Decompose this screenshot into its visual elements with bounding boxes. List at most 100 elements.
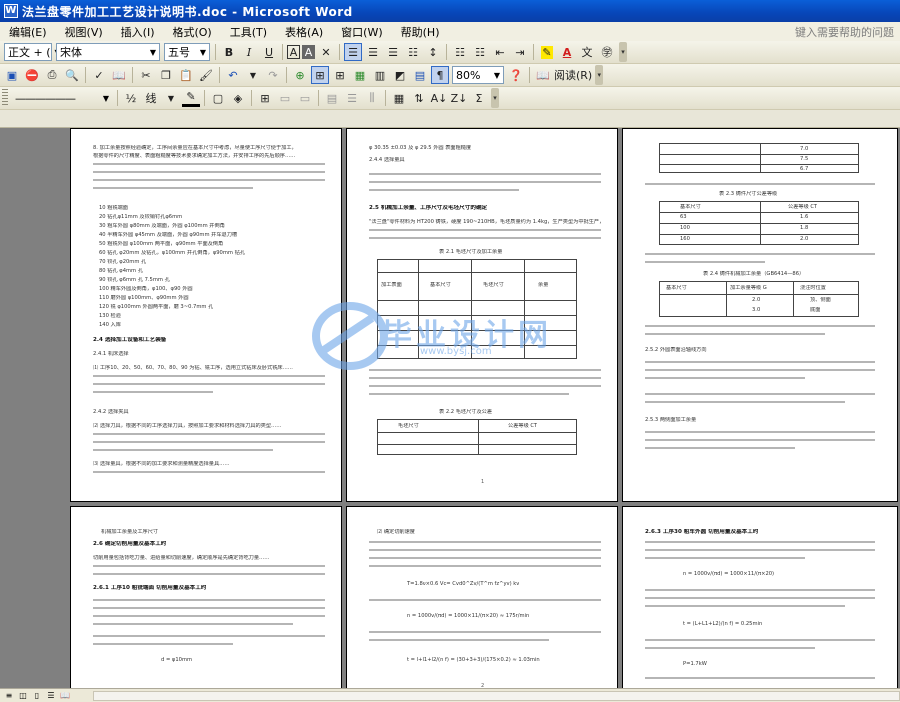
font-select[interactable]: 宋体 ▼ [56,43,160,61]
chevron-down-icon: ▼ [493,70,500,80]
print-preview-icon[interactable]: 🔍 [63,66,81,84]
menu-edit[interactable]: 编辑(E) [0,24,56,40]
document-page[interactable]: 机械加工余量及工序尺寸 2.6 确定切削用量及基本工时 切削用量包括背吃刀量、进… [70,506,342,688]
read-button[interactable]: 阅读(R) [554,66,592,84]
format-painter-icon[interactable]: 🖌 [197,66,215,84]
enclose-char-icon[interactable]: ㊫ [598,43,616,61]
align-justify-icon[interactable]: ☰ [344,43,362,61]
line-weight-icon[interactable]: ½ [122,89,140,107]
hyperlink-icon[interactable]: ⊕ [291,66,309,84]
menu-view[interactable]: 视图(V) [56,24,112,40]
toolbar-options-icon[interactable]: ▾ [595,65,604,85]
permission-icon[interactable]: ⛔ [23,66,41,84]
line-style-select[interactable]: —————— ▼ [12,89,112,107]
document-page[interactable]: 7.0 7.5 6.7 表 2.3 铸件尺寸公差等级 基本尺寸 公差等级 CT … [622,128,898,502]
line-weight-label[interactable]: 线 [142,89,160,107]
insert-table-icon[interactable]: ⊞ [256,89,274,107]
font-color-icon[interactable]: A [558,43,576,61]
reading-view-icon[interactable]: 📖 [59,691,71,701]
tables-borders-icon[interactable]: ⊞ [311,66,329,84]
font-size-select[interactable]: 五号 ▼ [164,43,210,61]
columns-icon[interactable]: ▥ [371,66,389,84]
line-spacing-icon[interactable]: ↕ [424,43,442,61]
document-page[interactable]: φ 30.35 ±0.03 及 φ 29.5 外圆 表面粗糙度 2.4.4 选择… [346,128,618,502]
toolbar-grip[interactable] [2,89,8,107]
sort-descending-icon[interactable]: Z↓ [450,89,468,107]
borders-icon[interactable]: ▢ [209,89,227,107]
table-cell: 顶、侧面 [810,297,831,303]
char-border-button[interactable]: A [287,45,300,59]
help-search-input[interactable]: 键入需要帮助的问题 [795,24,894,40]
menu-format[interactable]: 格式(O) [163,24,220,40]
ruler[interactable] [0,110,900,128]
cut-icon[interactable]: ✂ [137,66,155,84]
shading-color-icon[interactable]: ◈ [229,89,247,107]
distribute-columns-icon[interactable]: ⫼ [363,89,381,107]
underline-button[interactable]: U [260,43,278,61]
web-view-icon[interactable]: ◫ [17,691,29,701]
research-icon[interactable]: 📖 [110,66,128,84]
phonetic-guide-icon[interactable]: 文 [578,43,596,61]
document-page[interactable]: 8. 加工余量按照经验确定，工序间余量应在基本尺寸中考虑，尽量使工序尺寸便于加工… [70,128,342,502]
print-icon[interactable]: ⎙ [43,66,61,84]
print-layout-icon[interactable]: ▯ [31,691,43,701]
toolbar-options-icon[interactable]: ▾ [491,88,499,108]
show-hide-icon[interactable]: ¶ [431,66,449,84]
decrease-indent-icon[interactable]: ⇤ [491,43,509,61]
undo-icon[interactable]: ↶ [224,66,242,84]
insert-table-icon[interactable]: ⊞ [331,66,349,84]
copy-icon[interactable]: ❐ [157,66,175,84]
menu-help[interactable]: 帮助(H) [392,24,449,40]
split-cells-icon[interactable]: ▭ [296,89,314,107]
word-app-icon[interactable]: W [4,4,18,18]
autosum-icon[interactable]: Σ [470,89,488,107]
increase-indent-icon[interactable]: ⇥ [511,43,529,61]
bold-button[interactable]: B [220,43,238,61]
redo-icon[interactable]: ↷ [264,66,282,84]
distribute-rows-icon[interactable]: ☰ [343,89,361,107]
toolbar-options-icon[interactable]: ▾ [619,42,627,62]
menu-table[interactable]: 表格(A) [276,24,332,40]
table-rule [793,282,794,316]
table-autoformat-icon[interactable]: ▦ [390,89,408,107]
normal-view-icon[interactable]: ≡ [3,691,15,701]
chevron-down-icon[interactable]: ▼ [162,89,180,107]
document-page[interactable]: 2.6.3 工序30 粗车外圆 切削用量及基本工时 n = 1000v/(πd)… [622,506,898,688]
zoom-select[interactable]: 80% ▼ [452,66,504,84]
table-cell: 2.0 [800,236,809,242]
menu-insert[interactable]: 插入(I) [112,24,164,40]
numbering-icon[interactable]: ☷ [451,43,469,61]
distributed-align-icon[interactable]: ☷ [404,43,422,61]
style-select[interactable]: 正文 + (▼ [4,43,61,61]
italic-button[interactable]: I [240,43,258,61]
align-right-icon[interactable]: ☰ [384,43,402,61]
sort-ascending-icon[interactable]: A↓ [430,89,448,107]
drawing-icon[interactable]: ◩ [391,66,409,84]
menu-tools[interactable]: 工具(T) [221,24,276,40]
document-page[interactable]: ⑵ 确定切削速度 T=1.8ν×0.6 Vc= Cvd0^Zv/(T^m fz^… [346,506,618,688]
horizontal-scrollbar[interactable] [93,690,900,701]
help-icon[interactable]: ❓ [507,66,525,84]
menu-window[interactable]: 窗口(W) [332,24,391,40]
text-direction-icon[interactable]: ⇅ [410,89,428,107]
align-cell-icon[interactable]: ▤ [323,89,341,107]
document-area[interactable]: 8. 加工余量按照经验确定，工序间余量应在基本尺寸中考虑，尽量使工序尺寸便于加工… [0,128,900,688]
chevron-down-icon[interactable]: ▼ [244,66,262,84]
tolerance-table: 毛坯尺寸 公差等级 CT [377,419,577,455]
spelling-icon[interactable]: ✓ [90,66,108,84]
bullets-icon[interactable]: ☷ [471,43,489,61]
save-icon[interactable]: ▣ [3,66,21,84]
highlight-icon[interactable]: ✎ [538,43,556,61]
outline-view-icon[interactable]: ☰ [45,691,57,701]
char-scale-icon[interactable]: ✕ [317,43,335,61]
paste-icon[interactable]: 📋 [177,66,195,84]
merge-cells-icon[interactable]: ▭ [276,89,294,107]
border-color-icon[interactable]: ✎ [182,89,200,107]
align-center-icon[interactable]: ☰ [364,43,382,61]
document-map-icon[interactable]: ▤ [411,66,429,84]
insert-excel-icon[interactable]: ▦ [351,66,369,84]
text-line [93,383,325,385]
table-header: 余量 [538,282,549,288]
char-shading-button[interactable]: A [302,45,315,59]
read-icon[interactable]: 📖 [534,66,552,84]
